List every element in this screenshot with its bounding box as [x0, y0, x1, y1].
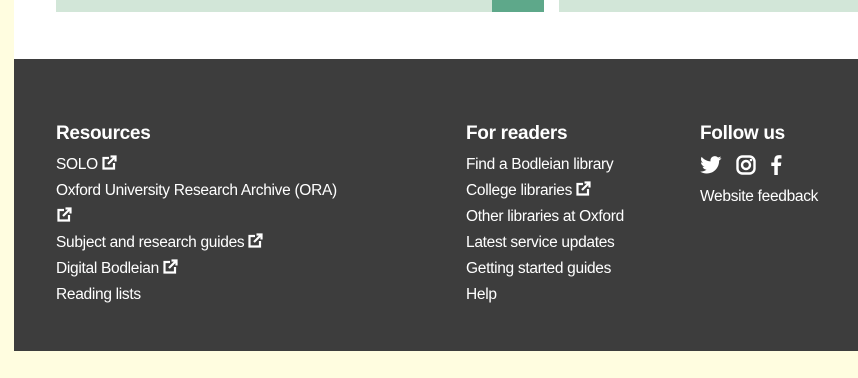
list-item: Getting started guides: [466, 256, 686, 282]
reading-lists-link[interactable]: Reading lists: [56, 286, 141, 303]
getting-started-link[interactable]: Getting started guides: [466, 260, 611, 277]
external-link-icon: [248, 233, 263, 248]
card-bottom-edge-left: [56, 0, 544, 12]
facebook-icon[interactable]: [770, 155, 782, 175]
solo-link[interactable]: SOLO: [56, 155, 117, 173]
list-item: Latest service updates: [466, 230, 686, 256]
list-item: Other libraries at Oxford: [466, 204, 686, 230]
twitter-icon[interactable]: [700, 156, 722, 174]
link-label: College libraries: [466, 182, 573, 199]
subject-guides-link[interactable]: Subject and research guides: [56, 233, 263, 251]
link-label: Oxford University Research Archive (ORA): [56, 182, 337, 199]
card-accent-bar: [492, 0, 544, 12]
external-link-icon: [163, 259, 178, 274]
readers-column: For readers Find a Bodleian library Coll…: [466, 121, 686, 308]
card-bottom-edge-right: [559, 0, 858, 12]
service-updates-link[interactable]: Latest service updates: [466, 234, 615, 251]
list-item: Subject and research guides: [56, 230, 406, 256]
resources-heading: Resources: [56, 123, 151, 144]
list-item: Oxford University Research Archive (ORA): [56, 178, 406, 230]
follow-heading: Follow us: [700, 123, 785, 144]
follow-column: Follow us Website feedback: [700, 121, 858, 210]
list-item: SOLO: [56, 152, 406, 178]
content-area: [14, 0, 858, 59]
ora-link[interactable]: Oxford University Research Archive (ORA): [56, 182, 337, 225]
list-item: Find a Bodleian library: [466, 152, 686, 178]
list-item: Reading lists: [56, 282, 406, 308]
readers-heading: For readers: [466, 123, 568, 144]
external-link-icon: [102, 155, 117, 170]
college-libraries-link[interactable]: College libraries: [466, 181, 591, 199]
external-link-icon: [57, 207, 72, 222]
instagram-icon[interactable]: [736, 155, 756, 175]
link-label: Digital Bodleian: [56, 260, 159, 277]
list-item: Help: [466, 282, 686, 308]
help-link[interactable]: Help: [466, 286, 497, 303]
other-libraries-link[interactable]: Other libraries at Oxford: [466, 208, 624, 225]
external-link-icon: [576, 181, 591, 196]
digital-bodleian-link[interactable]: Digital Bodleian: [56, 259, 178, 277]
list-item: Digital Bodleian: [56, 256, 406, 282]
link-label: SOLO: [56, 156, 98, 173]
site-footer: Resources SOLO Oxford University Researc…: [14, 59, 858, 351]
find-library-link[interactable]: Find a Bodleian library: [466, 156, 614, 173]
list-item: College libraries: [466, 178, 686, 204]
resources-column: Resources SOLO Oxford University Researc…: [56, 121, 406, 308]
link-label: Subject and research guides: [56, 234, 245, 251]
social-links: [700, 152, 858, 178]
website-feedback-link[interactable]: Website feedback: [700, 188, 818, 205]
